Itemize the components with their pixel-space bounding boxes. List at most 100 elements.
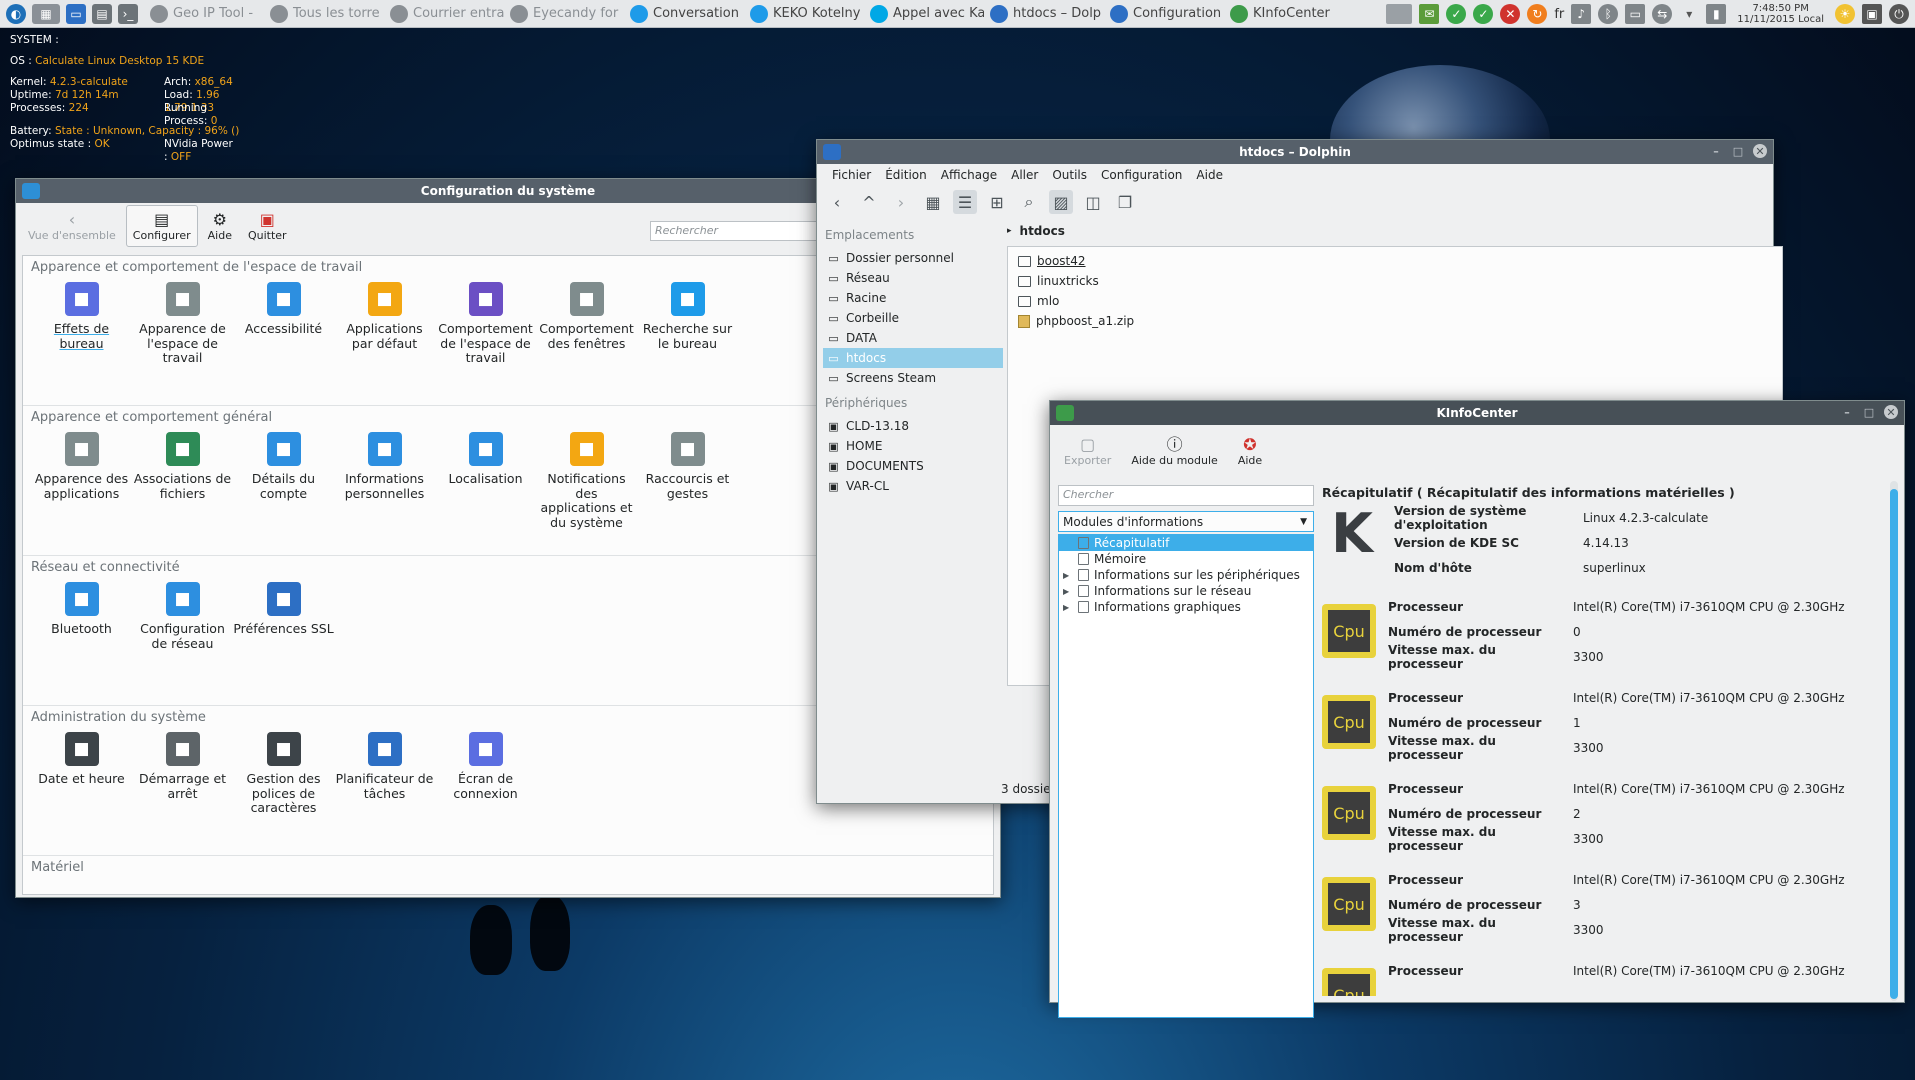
terminal-launcher-icon[interactable]: ›_ <box>118 3 138 24</box>
weather-icon[interactable]: ☀ <box>1835 4 1855 24</box>
place-item[interactable]: ▭ DATA <box>823 328 1003 348</box>
close-icon[interactable]: ✕ <box>1884 405 1898 419</box>
close-icon[interactable]: ✕ <box>1753 144 1767 158</box>
settings-module[interactable]: ■ Démarrage et arrêt <box>132 728 233 816</box>
menu-item[interactable]: Fichier <box>825 168 878 182</box>
network-icon[interactable]: ▭ <box>1625 4 1646 24</box>
settings-module[interactable]: ■ Comportement des fenêtres <box>536 278 637 366</box>
dolphin-titlebar[interactable]: htdocs – Dolphin – □ ✕ <box>817 140 1773 164</box>
file-manager-launcher-icon[interactable]: ▤ <box>92 3 112 24</box>
check-green-icon[interactable]: ✓ <box>1473 4 1494 24</box>
menu-item[interactable]: Aide <box>1189 168 1230 182</box>
check-green-icon[interactable]: ✓ <box>1446 4 1467 24</box>
settings-module[interactable]: ■ Configuration de réseau <box>132 578 233 651</box>
back-icon[interactable]: ‹ <box>825 190 849 214</box>
overview-button[interactable]: ‹ Vue d'ensemble <box>22 205 122 247</box>
export-button[interactable]: ▢ Exporter <box>1058 430 1117 472</box>
place-item[interactable]: ▭ Réseau <box>823 268 1003 288</box>
tree-item[interactable]: Mémoire <box>1059 551 1313 567</box>
menu-item[interactable]: Configuration <box>1094 168 1189 182</box>
lock-icon[interactable]: ▣ <box>1862 4 1882 24</box>
settings-module[interactable]: ■ Accessibilité <box>233 278 334 366</box>
file-item[interactable]: mlo <box>1008 291 1782 311</box>
battery-icon[interactable]: ▮ <box>1706 4 1727 24</box>
update-icon[interactable]: ↻ <box>1527 4 1548 24</box>
task-button[interactable]: Tous les torre <box>264 0 384 28</box>
icons-view-icon[interactable]: ▦ <box>921 190 945 214</box>
kinfo-help-button[interactable]: ✪ Aide <box>1232 430 1268 472</box>
task-button[interactable]: htdocs – Dolp <box>984 0 1104 28</box>
file-item[interactable]: phpboost_a1.zip <box>1008 311 1782 331</box>
minimize-icon[interactable]: – <box>1840 405 1854 419</box>
task-button[interactable]: KEKO Kotelny <box>744 0 864 28</box>
settings-module[interactable]: ■ Préférences SSL <box>233 578 334 651</box>
file-item[interactable]: boost42 <box>1008 251 1782 271</box>
forward-icon[interactable]: › <box>889 190 913 214</box>
app-menu-icon[interactable]: ◐ <box>6 3 26 24</box>
settings-module[interactable]: ■ Notifications des applications et du sy… <box>536 428 637 530</box>
settings-module[interactable]: ■ Planificateur de tâches <box>334 728 435 816</box>
alert-red-icon[interactable]: ✕ <box>1500 4 1521 24</box>
file-item[interactable]: linuxtricks <box>1008 271 1782 291</box>
menu-item[interactable]: Aller <box>1004 168 1045 182</box>
module-help-button[interactable]: ⓘ Aide du module <box>1125 430 1224 472</box>
maximize-icon[interactable]: □ <box>1731 144 1745 158</box>
task-button[interactable]: Geo IP Tool - <box>144 0 264 28</box>
task-button[interactable]: KInfoCenter <box>1224 0 1344 28</box>
place-item[interactable]: ▭ htdocs <box>823 348 1003 368</box>
tree-item[interactable]: Récapitulatif <box>1059 535 1313 551</box>
expand-arrow-icon[interactable]: ▶ <box>1063 571 1073 580</box>
desktop-pager-icon[interactable]: ▦ <box>32 3 60 24</box>
clock[interactable]: 7:48:50 PM 11/11/2015 Local <box>1737 3 1824 25</box>
device-item[interactable]: ▣ HOME <box>823 436 1003 456</box>
device-item[interactable]: ▣ VAR-CL <box>823 476 1003 496</box>
settings-module[interactable]: ■ Localisation <box>435 428 536 530</box>
search-icon[interactable]: ⌕ <box>1017 190 1041 214</box>
task-button[interactable]: Courrier entra <box>384 0 504 28</box>
summary-scrollbar[interactable] <box>1890 481 1898 1001</box>
place-item[interactable]: ▭ Racine <box>823 288 1003 308</box>
modules-combo[interactable]: Modules d'informations ▼ <box>1058 511 1314 532</box>
split-view-icon[interactable]: ◫ <box>1081 190 1105 214</box>
settings-module[interactable]: ■ Raccourcis et gestes <box>637 428 738 530</box>
preview-icon[interactable]: ▨ <box>1049 190 1073 214</box>
keyboard-layout-label[interactable]: fr <box>1554 7 1564 22</box>
volume-icon[interactable]: ♪ <box>1571 4 1592 24</box>
menu-item[interactable]: Affichage <box>934 168 1004 182</box>
settings-module[interactable]: ■ Applications par défaut <box>334 278 435 366</box>
usb-icon[interactable]: ⇆ <box>1652 4 1673 24</box>
tree-item[interactable]: ▶ Informations sur les périphériques <box>1059 567 1313 583</box>
help-button[interactable]: ⚙ Aide <box>202 205 238 247</box>
place-item[interactable]: ▭ Dossier personnel <box>823 248 1003 268</box>
settings-module[interactable]: ■ Apparence des applications <box>31 428 132 530</box>
settings-module[interactable]: ■ Effets de bureau <box>31 278 132 366</box>
copy-icon[interactable]: ❐ <box>1113 190 1137 214</box>
details-view-icon[interactable]: ⊞ <box>985 190 1009 214</box>
task-button[interactable]: Configuration <box>1104 0 1224 28</box>
settings-module[interactable]: ■ Date et heure <box>31 728 132 816</box>
place-item[interactable]: ▭ Screens Steam <box>823 368 1003 388</box>
quit-button[interactable]: ▣ Quitter <box>242 205 293 247</box>
settings-module[interactable]: ■ Détails du compte <box>233 428 334 530</box>
bluetooth-icon[interactable]: ᛒ <box>1598 4 1619 24</box>
up-icon[interactable]: ^ <box>857 190 881 214</box>
settings-module[interactable]: ■ Bluetooth <box>31 578 132 651</box>
power-icon[interactable]: ⏻ <box>1889 4 1909 24</box>
menu-item[interactable]: Outils <box>1045 168 1094 182</box>
task-button[interactable]: Appel avec Ka <box>864 0 984 28</box>
breadcrumb[interactable]: ▸ htdocs <box>1007 224 1065 238</box>
settings-module[interactable]: ■ Informations personnelles <box>334 428 435 530</box>
expand-arrow-icon[interactable]: ▶ <box>1063 603 1073 612</box>
menu-item[interactable]: Édition <box>878 168 934 182</box>
settings-module[interactable]: ■ Associations de fichiers <box>132 428 233 530</box>
device-item[interactable]: ▣ DOCUMENTS <box>823 456 1003 476</box>
expand-arrow-icon[interactable]: ▶ <box>1063 587 1073 596</box>
settings-module[interactable]: ■ Recherche sur le bureau <box>637 278 738 366</box>
tree-item[interactable]: ▶ Informations sur le réseau <box>1059 583 1313 599</box>
device-item[interactable]: ▣ CLD-13.18 <box>823 416 1003 436</box>
settings-module[interactable]: ■ Apparence de l'espace de travail <box>132 278 233 366</box>
task-button[interactable]: Eyecandy for <box>504 0 624 28</box>
breadcrumb-current[interactable]: htdocs <box>1020 224 1065 238</box>
mail-icon[interactable]: ✉ <box>1419 4 1440 24</box>
minimize-icon[interactable]: – <box>1709 144 1723 158</box>
